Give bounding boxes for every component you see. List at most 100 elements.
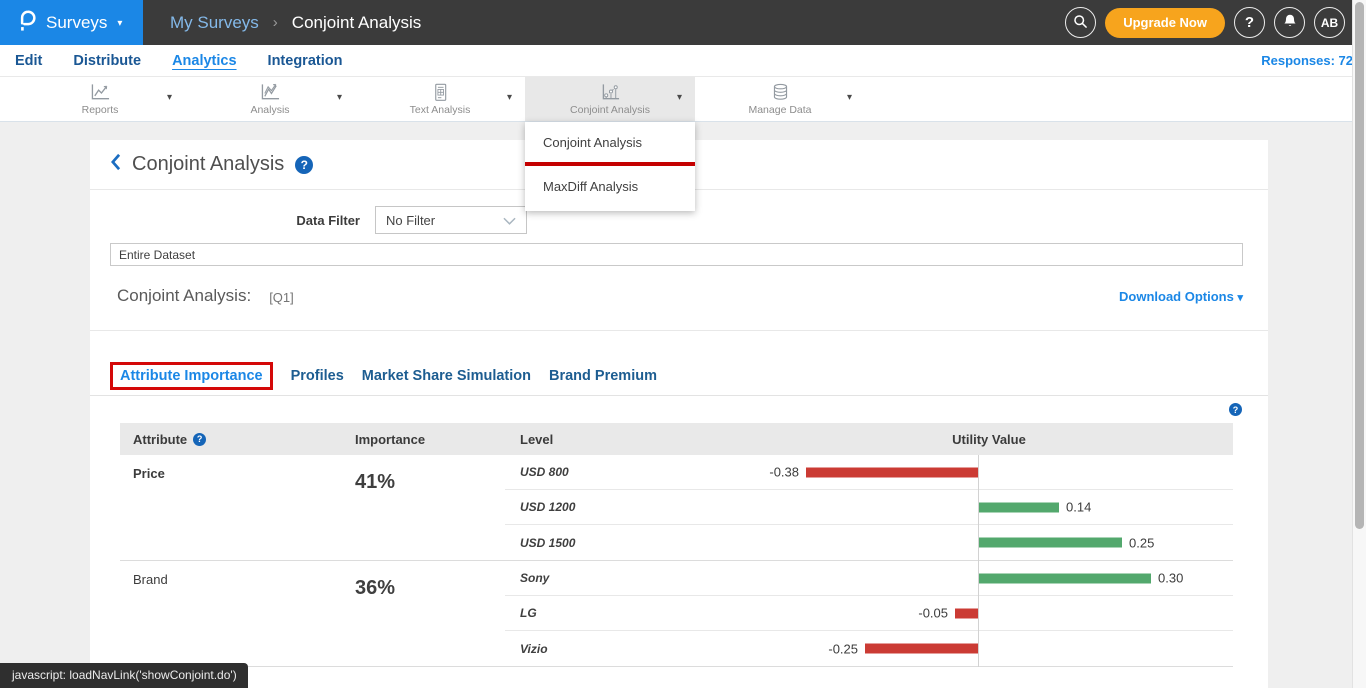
toolbar-item-label: Reports xyxy=(82,104,119,116)
utility-value-label: -0.05 xyxy=(918,606,948,621)
page-help-icon[interactable]: ? xyxy=(295,156,313,174)
data-filter-label: Data Filter xyxy=(90,213,360,228)
toolbar-item-label: Manage Data xyxy=(748,104,811,116)
level-row: Vizio -0.25 xyxy=(505,631,1233,666)
bell-icon xyxy=(1282,13,1298,32)
upgrade-now-button[interactable]: Upgrade Now xyxy=(1105,8,1225,38)
product-menu-label: Surveys xyxy=(46,13,107,33)
analytics-toolbar: Reports▾Analysis▾Text Analysis▾Conjoint … xyxy=(0,77,1366,122)
tab-brand-premium[interactable]: Brand Premium xyxy=(549,368,657,384)
survey-nav: Edit Distribute Analytics Integration Respo… xyxy=(0,45,1366,77)
search-button[interactable] xyxy=(1065,7,1096,38)
chevron-down-icon[interactable]: ▾ xyxy=(167,92,172,103)
level-label: USD 1500 xyxy=(505,536,745,550)
top-bar: Surveys ▾ My Surveys › Conjoint Analysis… xyxy=(0,0,1366,45)
utility-value-label: 0.30 xyxy=(1158,571,1183,586)
breadcrumb-my-surveys[interactable]: My Surveys xyxy=(170,13,259,33)
menu-item-maxdiff-analysis[interactable]: MaxDiff Analysis xyxy=(525,166,695,206)
utility-bar-anchor: 0.25 xyxy=(979,535,1154,550)
importance-value: 36% xyxy=(345,561,505,666)
utility-bar-area: 0.25 xyxy=(745,525,1233,560)
chevron-down-icon[interactable]: ▾ xyxy=(337,92,342,103)
tab-attribute-importance[interactable]: Attribute Importance xyxy=(110,362,273,390)
dataset-field[interactable] xyxy=(110,243,1243,266)
level-label: LG xyxy=(505,606,745,620)
toolbar-item-reports[interactable]: Reports ▾ xyxy=(15,77,185,121)
chevron-down-icon[interactable]: ▾ xyxy=(507,92,512,103)
chevron-down-icon: ▾ xyxy=(1237,292,1243,304)
toolbar-item-text-analysis[interactable]: Text Analysis ▾ xyxy=(355,77,525,121)
toolbar-item-analysis[interactable]: Analysis▾ xyxy=(185,77,355,121)
breadcrumb-separator-icon: › xyxy=(273,14,278,31)
level-label: USD 800 xyxy=(505,465,745,479)
notifications-button[interactable] xyxy=(1274,7,1305,38)
section-title: Conjoint Analysis: xyxy=(117,286,251,306)
responses-count[interactable]: Responses: 72 xyxy=(1261,53,1353,68)
utility-bar-area: 0.14 xyxy=(745,490,1233,524)
tab-profiles[interactable]: Profiles xyxy=(291,368,344,384)
scrollbar-thumb[interactable] xyxy=(1355,2,1364,529)
utility-value-label: 0.25 xyxy=(1129,535,1154,550)
utility-value-label: -0.25 xyxy=(828,641,858,656)
attribute-group-brand: Brand36%Sony0.30LG-0.05Vizio-0.25 xyxy=(120,561,1233,667)
utility-bar xyxy=(955,608,978,618)
table-help-row: ? xyxy=(90,396,1268,423)
utility-bar-area: 0.30 xyxy=(745,561,1233,595)
utility-bar-anchor: -0.25 xyxy=(828,641,978,656)
data-filter-value: No Filter xyxy=(386,213,435,228)
importance-value: 41% xyxy=(345,455,505,560)
utility-bar-anchor: -0.05 xyxy=(918,606,978,621)
attribute-name: Price xyxy=(120,455,345,560)
level-row: Sony 0.30 xyxy=(505,561,1233,596)
tab-market-share-simulation[interactable]: Market Share Simulation xyxy=(362,368,531,384)
toolbar-item-conjoint-analysis[interactable]: Conjoint Analysis ▾ xyxy=(525,77,695,121)
breadcrumb: My Surveys › Conjoint Analysis xyxy=(170,13,421,33)
attribute-column-header: Attribute ? xyxy=(120,432,345,447)
utility-bar xyxy=(806,467,978,477)
chevron-down-icon xyxy=(503,213,516,228)
utility-bar-area: -0.25 xyxy=(745,631,1233,666)
data-filter-select[interactable]: No Filter xyxy=(375,206,527,234)
toolbar-item-label: Conjoint Analysis xyxy=(570,104,650,116)
nav-link-analytics[interactable]: Analytics xyxy=(172,53,236,69)
multi-line-chart-icon xyxy=(259,83,282,102)
table-help-icon[interactable]: ? xyxy=(1229,403,1242,416)
search-icon xyxy=(1072,13,1089,33)
line-chart-icon xyxy=(89,83,112,102)
section-heading-row: Conjoint Analysis: [Q1] Download Options… xyxy=(90,278,1268,314)
utility-value-label: 0.14 xyxy=(1066,500,1091,515)
chevron-down-icon[interactable]: ▾ xyxy=(677,92,682,103)
attribute-help-icon[interactable]: ? xyxy=(193,433,206,446)
nav-link-edit[interactable]: Edit xyxy=(15,53,42,69)
chevron-down-icon: ▾ xyxy=(117,18,122,29)
toolbar-item-label: Text Analysis xyxy=(410,104,471,116)
level-label: Vizio xyxy=(505,642,745,656)
page-title: Conjoint Analysis xyxy=(132,153,284,176)
attribute-header-label: Attribute xyxy=(133,432,187,447)
menu-item-conjoint-analysis[interactable]: Conjoint Analysis xyxy=(525,122,695,162)
topbar-actions: Upgrade Now ? AB xyxy=(1065,7,1366,38)
level-column-header: Level xyxy=(505,432,745,447)
utility-bar xyxy=(979,502,1059,512)
toolbar-item-manage-data[interactable]: Manage Data ▾ xyxy=(695,77,865,121)
utility-bar-anchor: 0.14 xyxy=(979,500,1091,515)
utility-bar xyxy=(979,573,1151,583)
attribute-importance-table: Attribute ? Importance Level Utility Val… xyxy=(120,423,1233,667)
level-label: USD 1200 xyxy=(505,500,745,514)
product-menu[interactable]: Surveys ▾ xyxy=(0,0,143,45)
download-options-link[interactable]: Download Options ▾ xyxy=(1119,289,1243,304)
avatar[interactable]: AB xyxy=(1314,7,1345,38)
utility-bar xyxy=(865,644,978,654)
level-row: USD 800 -0.38 xyxy=(505,455,1233,490)
vertical-scrollbar[interactable] xyxy=(1352,0,1366,688)
status-bar-link-preview: javascript: loadNavLink('showConjoint.do… xyxy=(0,663,248,688)
nav-link-distribute[interactable]: Distribute xyxy=(73,53,141,69)
level-label: Sony xyxy=(505,571,745,585)
levels-list: Sony 0.30 LG -0.05 Vizio -0.25 xyxy=(505,561,1233,666)
chevron-down-icon[interactable]: ▾ xyxy=(847,92,852,103)
help-button[interactable]: ? xyxy=(1234,7,1265,38)
nav-link-integration[interactable]: Integration xyxy=(268,53,343,69)
back-chevron-icon[interactable] xyxy=(110,153,121,176)
questionpro-logo-icon xyxy=(17,9,36,37)
utility-value-label: -0.38 xyxy=(769,465,799,480)
